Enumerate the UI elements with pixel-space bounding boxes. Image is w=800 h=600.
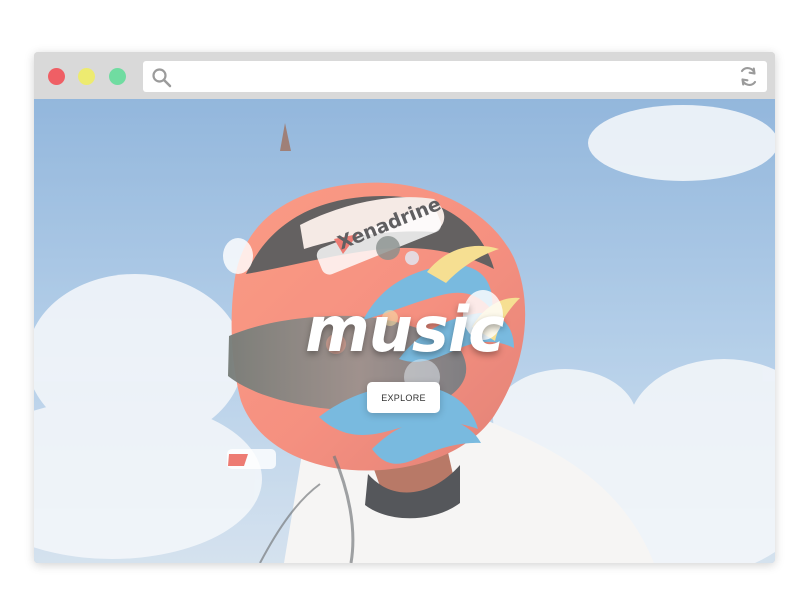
hero-viewport: Xenadrine music EXPLORE: [34, 99, 775, 563]
address-input[interactable]: [181, 66, 725, 89]
browser-toolbar: [34, 52, 775, 99]
maximize-window-button[interactable]: [109, 68, 126, 85]
refresh-icon[interactable]: [738, 66, 759, 87]
close-window-button[interactable]: [48, 68, 65, 85]
browser-window: Xenadrine music EXPLORE: [34, 52, 775, 563]
explore-button[interactable]: EXPLORE: [367, 382, 440, 413]
address-bar[interactable]: [143, 61, 767, 92]
search-icon[interactable]: [151, 67, 172, 88]
minimize-window-button[interactable]: [78, 68, 95, 85]
hero-title: music: [305, 292, 505, 366]
